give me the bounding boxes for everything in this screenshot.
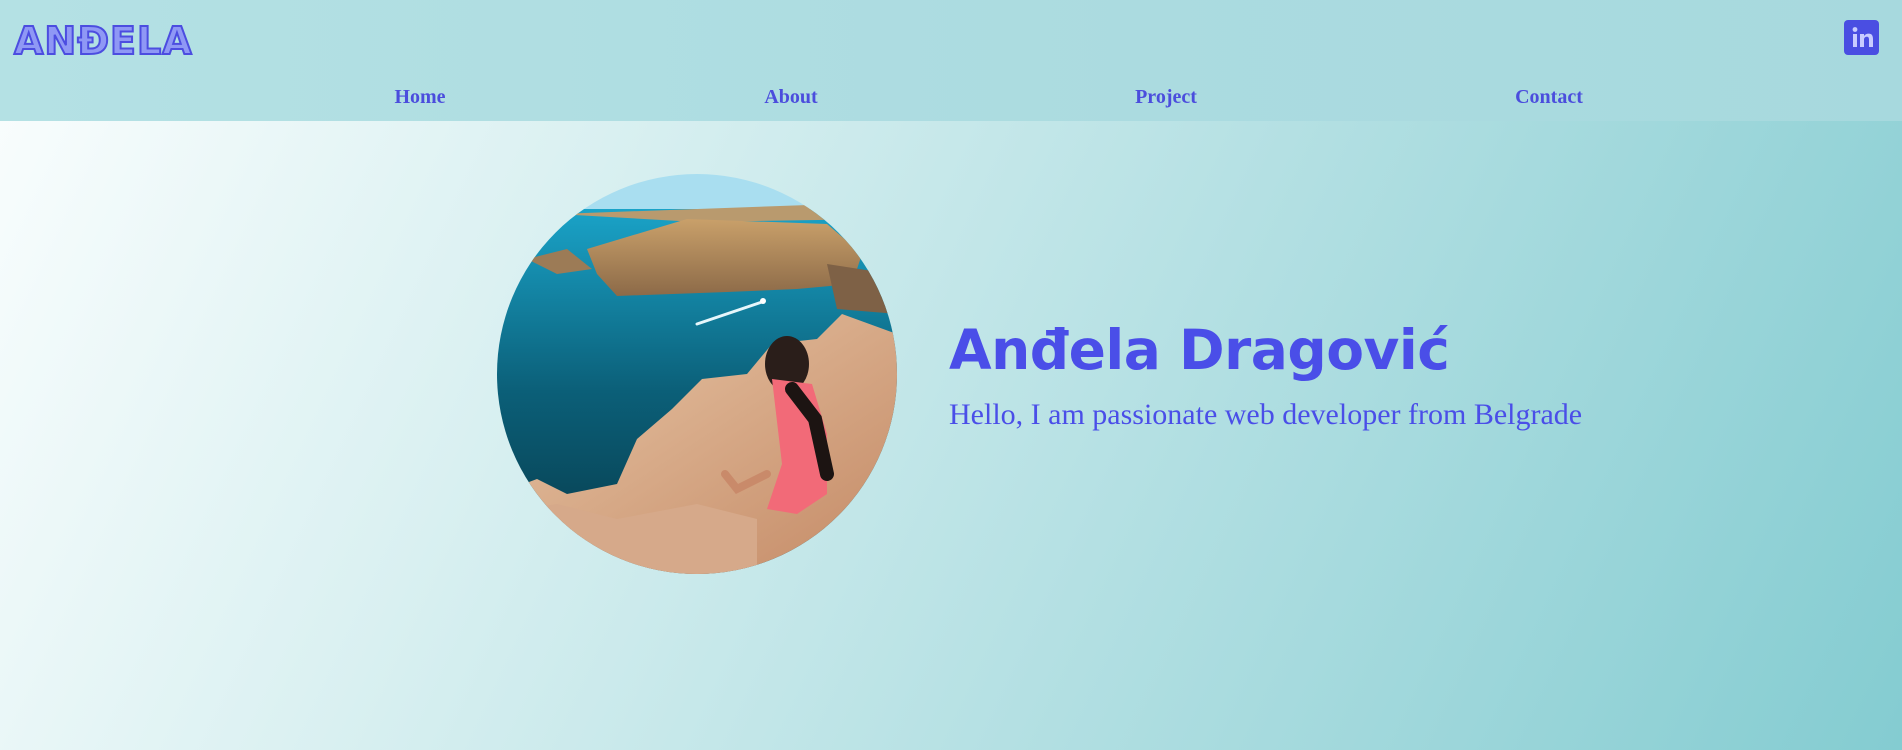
logo[interactable]: ANĐELA [13, 15, 193, 67]
main-nav: Home About Project Contact [0, 86, 1902, 114]
nav-contact[interactable]: Contact [1515, 86, 1583, 109]
site-header: ANĐELA Home About Project Contact [0, 0, 1902, 121]
nav-project[interactable]: Project [1135, 86, 1197, 109]
hero-name: Anđela Dragović [949, 318, 1450, 382]
linkedin-glyph [1852, 27, 1873, 47]
linkedin-icon[interactable] [1844, 20, 1879, 55]
profile-photo [497, 174, 897, 574]
hero-tagline: Hello, I am passionate web developer fro… [949, 398, 1583, 431]
nav-home[interactable]: Home [394, 86, 445, 109]
nav-about[interactable]: About [764, 86, 817, 109]
